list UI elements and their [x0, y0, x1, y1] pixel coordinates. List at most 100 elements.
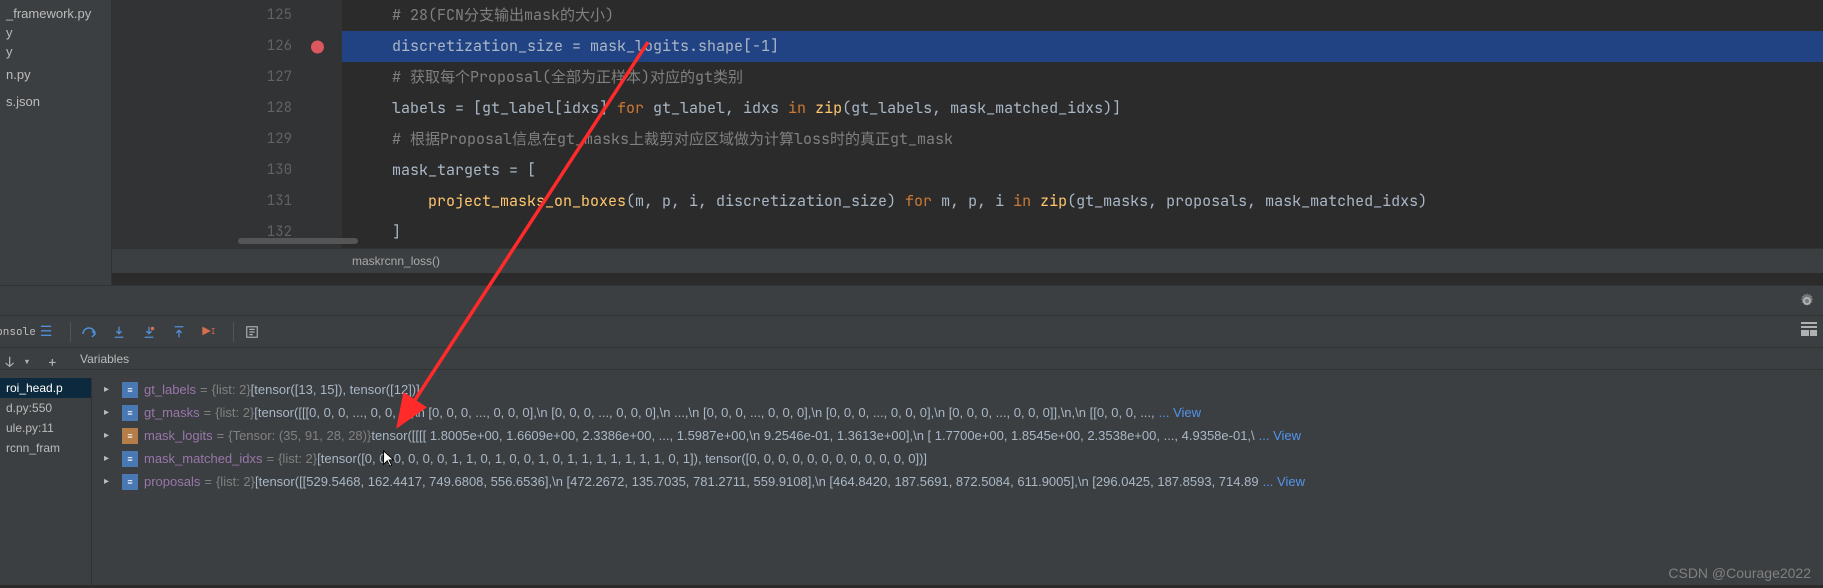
gutter[interactable]: 125 — [112, 0, 342, 31]
watermark: CSDN @Courage2022 — [1668, 565, 1811, 581]
console-tab[interactable]: onsole — [4, 320, 28, 344]
evaluate-icon[interactable] — [240, 320, 264, 344]
step-over-icon[interactable] — [77, 320, 101, 344]
expand-icon[interactable]: ▸ — [104, 453, 116, 464]
line-number: 127 — [267, 62, 292, 93]
expand-icon[interactable]: ▸ — [104, 476, 116, 487]
variable-value: [tensor([[[0, 0, 0, ..., 0, 0, 0],\n [0,… — [254, 405, 1154, 420]
variable-name: gt_masks — [144, 405, 200, 420]
view-link[interactable]: ... View — [1159, 405, 1201, 420]
gutter[interactable]: 128 — [112, 93, 342, 124]
gutter[interactable]: 126 — [112, 31, 342, 62]
line-number: 126 — [267, 31, 292, 62]
variable-row[interactable]: ▸ ≡ proposals = {list: 2} [tensor([[529.54… — [92, 470, 1823, 493]
horizontal-scrollbar[interactable] — [238, 238, 358, 244]
variable-type: {Tensor: (35, 91, 28, 28)} — [228, 428, 371, 443]
variables-header: Variables — [0, 348, 1823, 370]
gutter[interactable]: 130 — [112, 155, 342, 186]
tensor-icon: ≡ — [122, 428, 138, 444]
equals-sign: = — [267, 451, 275, 466]
view-link[interactable]: ... View — [1259, 428, 1301, 443]
code-line[interactable]: 130mask_targets = [ — [112, 155, 1823, 186]
code-line[interactable]: 131 project_masks_on_boxes(m, p, i, disc… — [112, 186, 1823, 217]
equals-sign: = — [204, 474, 212, 489]
code-line[interactable]: 128 labels = [gt_label[idxs] for gt_label… — [112, 93, 1823, 124]
add-watch-icon[interactable]: + — [47, 351, 58, 375]
view-link[interactable]: ... View — [1263, 474, 1305, 489]
frames-list[interactable]: roi_head.p d.py:550 ule.py:11 rcnn_fram — [0, 378, 92, 588]
breakpoint-icon[interactable] — [311, 40, 324, 53]
code-text[interactable]: mask_targets = [ — [342, 155, 1823, 186]
file-tree-item[interactable] — [0, 111, 111, 115]
run-to-cursor-icon[interactable]: ▶I — [197, 320, 221, 344]
debug-toolbar: onsole ☰ ▶I — [0, 316, 1823, 348]
code-line[interactable]: 126 discretization_size = mask_logits.sha… — [112, 31, 1823, 62]
line-number: 128 — [267, 93, 292, 124]
file-tree-item[interactable]: y — [0, 42, 111, 61]
variable-value: tensor([[[[ 1.8005e+00, 1.6609e+00, 2.33… — [371, 428, 1254, 443]
file-tree-item[interactable]: n.py — [0, 65, 111, 84]
gutter[interactable]: 127 — [112, 62, 342, 93]
code-text[interactable]: # 根据Proposal信息在gt_masks上裁剪对应区域做为计算loss时的… — [342, 124, 1823, 155]
variable-row[interactable]: ▸ ≡ gt_labels = {list: 2} [tensor([13, 15]… — [92, 378, 1823, 401]
expand-icon[interactable]: ▸ — [104, 430, 116, 441]
equals-sign: = — [204, 405, 212, 420]
code-line[interactable]: 125 # 28(FCN分支输出mask的大小) — [112, 0, 1823, 31]
expand-icon[interactable]: ▸ — [104, 384, 116, 395]
breadcrumb[interactable]: maskrcnn_loss() — [112, 248, 1823, 273]
list-icon: ≡ — [122, 474, 138, 490]
variable-row[interactable]: ▸ ≡ mask_logits = {Tensor: (35, 91, 28, 28… — [92, 424, 1823, 447]
expand-icon[interactable]: ▸ — [104, 407, 116, 418]
code-text[interactable]: ] — [342, 217, 1823, 248]
code-text[interactable]: # 获取每个Proposal(全部为正样本)对应的gt类别 — [342, 62, 1823, 93]
line-number: 125 — [267, 0, 292, 31]
code-line[interactable]: 129 # 根据Proposal信息在gt_masks上裁剪对应区域做为计算los… — [112, 124, 1823, 155]
variable-name: gt_labels — [144, 382, 196, 397]
code-line[interactable]: 132] — [112, 217, 1823, 248]
cursor-icon — [382, 450, 396, 468]
layout-icon[interactable]: ☰ — [34, 320, 58, 344]
layout-toggle-icon[interactable] — [1801, 322, 1817, 341]
code-text[interactable]: labels = [gt_label[idxs] for gt_label, i… — [342, 93, 1823, 124]
code-text[interactable]: # 28(FCN分支输出mask的大小) — [342, 0, 1823, 31]
frame-item[interactable]: ule.py:11 — [0, 418, 91, 438]
variable-name: mask_logits — [144, 428, 213, 443]
code-text[interactable]: discretization_size = mask_logits.shape[… — [342, 31, 1823, 62]
variable-type: {list: 2} — [216, 474, 255, 489]
variable-row[interactable]: ▸≡mask_matched_idxs = {list: 2} [tensor(… — [92, 447, 1823, 470]
list-icon: ≡ — [122, 451, 138, 467]
list-icon: ≡ — [122, 405, 138, 421]
gutter[interactable]: 131 — [112, 186, 342, 217]
frame-down-icon[interactable]: ↓ — [4, 351, 15, 375]
list-icon: ≡ — [122, 382, 138, 398]
frame-dropdown-icon[interactable]: ▾ — [21, 351, 32, 375]
file-tree-item[interactable]: s.json — [0, 92, 111, 111]
variable-type: {list: 2} — [278, 451, 317, 466]
variables-tree[interactable]: ▸ ≡ gt_labels = {list: 2} [tensor([13, 15]… — [92, 378, 1823, 493]
step-out-icon[interactable] — [167, 320, 191, 344]
variable-type: {list: 2} — [212, 382, 251, 397]
frame-item[interactable]: rcnn_fram — [0, 438, 91, 458]
variable-value: [tensor([[529.5468, 162.4417, 749.6808, … — [255, 474, 1259, 489]
file-tree-item[interactable]: _framework.py — [0, 4, 111, 23]
frames-toolbar: ↓ ▾ + — [0, 348, 64, 378]
variable-value: [tensor([0, 0, 0, 0, 0, 0, 1, 1, 0, 1, 0… — [317, 451, 927, 466]
code-editor[interactable]: 125 # 28(FCN分支输出mask的大小) 126 discretization… — [112, 0, 1823, 285]
variable-name: proposals — [144, 474, 200, 489]
variable-value: [tensor([13, 15]), tensor([12])] — [251, 382, 420, 397]
file-tree-item[interactable]: y — [0, 23, 111, 42]
frame-item[interactable]: roi_head.p — [0, 378, 91, 398]
line-number: 131 — [267, 186, 292, 217]
frame-item[interactable]: d.py:550 — [0, 398, 91, 418]
equals-sign: = — [217, 428, 225, 443]
variable-row[interactable]: ▸≡gt_masks = {list: 2} [tensor([[[0, 0, … — [92, 401, 1823, 424]
equals-sign: = — [200, 382, 208, 397]
line-number: 129 — [267, 124, 292, 155]
code-line[interactable]: 127 # 获取每个Proposal(全部为正样本)对应的gt类别 — [112, 62, 1823, 93]
step-into-icon[interactable] — [107, 320, 131, 344]
step-into-my-icon[interactable] — [137, 320, 161, 344]
gear-icon[interactable] — [1799, 293, 1815, 309]
code-text[interactable]: project_masks_on_boxes(m, p, i, discreti… — [342, 186, 1823, 217]
gutter[interactable]: 129 — [112, 124, 342, 155]
project-tree[interactable]: _framework.py y y n.py s.json — [0, 0, 112, 285]
